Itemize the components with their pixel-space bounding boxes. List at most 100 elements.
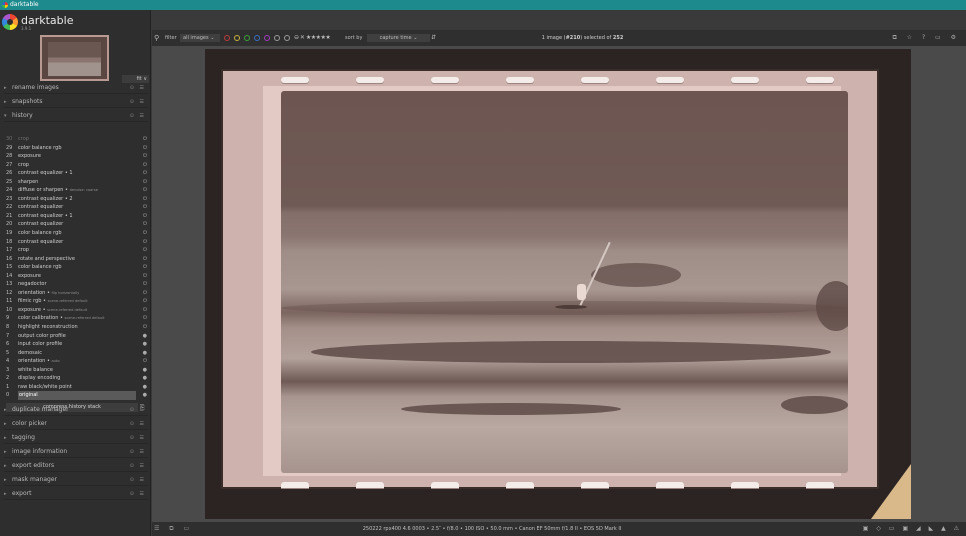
history-item[interactable]: 21 contrast equalizer • 1 ⏻ xyxy=(6,212,148,221)
section-preset-icons[interactable]: ⊙ ☰ xyxy=(130,446,146,458)
history-item-number: 29 xyxy=(6,144,13,151)
history-item[interactable]: 12 orientation • flip horizontally ⏻ xyxy=(6,289,148,298)
top-section-2[interactable]: ▾ history ⊙ ☰ xyxy=(4,110,148,122)
bottom-section-6[interactable]: ▸ export ⊙ ☰ xyxy=(4,488,148,500)
section-preset-icons[interactable]: ⊙ ☰ xyxy=(130,96,146,108)
filter-select[interactable]: all images ⌄ xyxy=(180,34,220,42)
module-state-icon: ⏻ xyxy=(143,272,147,279)
history-item-number: 28 xyxy=(6,153,13,160)
navigation-thumbnail[interactable] xyxy=(40,35,109,81)
color-label-filter-icon[interactable] xyxy=(254,35,260,41)
photo xyxy=(205,49,911,519)
module-state-icon: ⏻ xyxy=(143,324,147,331)
history-item[interactable]: 15 color balance rgb ⏻ xyxy=(6,263,148,272)
color-label-filter-icon[interactable] xyxy=(274,35,280,41)
history-item-label: contrast equalizer • 1 xyxy=(18,170,73,177)
section-preset-icons[interactable]: ⊙ ☰ xyxy=(130,460,146,472)
history-item[interactable]: 0 original ● xyxy=(6,391,148,400)
history-item-number: 25 xyxy=(6,178,13,185)
section-preset-icons[interactable]: ⊙ ☰ xyxy=(130,488,146,500)
expand-arrow-icon: ▾ xyxy=(4,113,7,119)
history-item-label: raw black/white point xyxy=(18,383,72,390)
module-state-icon: ⏻ xyxy=(143,358,147,365)
history-item-label: crop xyxy=(18,247,29,254)
history-item[interactable]: 11 filmic rgb • scene-referred default ⏻ xyxy=(6,297,148,306)
history-item[interactable]: 22 contrast equalizer ⏻ xyxy=(6,203,148,212)
film-sprocket-hole xyxy=(656,77,684,83)
history-item-label: highlight reconstruction xyxy=(18,324,78,331)
section-preset-icons[interactable]: ⊙ ☰ xyxy=(130,432,146,444)
history-item-number: 14 xyxy=(6,272,13,279)
bottom-section-0[interactable]: ▸ duplicate manager ⊙ ☰ xyxy=(4,404,148,416)
history-item[interactable]: 18 contrast equalizer ⏻ xyxy=(6,238,148,247)
history-item-label: sharpen xyxy=(18,178,39,185)
bottom-section-2[interactable]: ▸ tagging ⊙ ☰ xyxy=(4,432,148,444)
color-label-filter-icon[interactable] xyxy=(284,35,290,41)
history-item[interactable]: 16 rotate and perspective ⏻ xyxy=(6,255,148,264)
history-item[interactable]: 30 crop ⏻ xyxy=(6,135,148,144)
history-item[interactable]: 23 contrast equalizer • 2 ⏻ xyxy=(6,195,148,204)
module-state-icon: ● xyxy=(142,366,147,373)
section-preset-icons[interactable]: ⊙ ☰ xyxy=(130,82,146,94)
history-item[interactable]: 26 contrast equalizer • 1 ⏻ xyxy=(6,169,148,178)
bottom-section-3[interactable]: ▸ image information ⊙ ☰ xyxy=(4,446,148,458)
film-sprocket-hole xyxy=(581,482,609,488)
module-state-icon: ● xyxy=(142,383,147,390)
film-sprocket-hole xyxy=(656,482,684,488)
history-item[interactable]: 14 exposure ⏻ xyxy=(6,272,148,281)
history-item[interactable]: 20 contrast equalizer ⏻ xyxy=(6,220,148,229)
history-item-label: color calibration • scene-referred defau… xyxy=(18,315,105,322)
history-item[interactable]: 10 exposure • scene-referred default ⏻ xyxy=(6,306,148,315)
section-preset-icons[interactable]: ⊙ ☰ xyxy=(130,404,146,416)
history-item[interactable]: 27 crop ⏻ xyxy=(6,161,148,170)
history-item[interactable]: 7 output color profile ● xyxy=(6,332,148,341)
top-right-icons[interactable]: ⧉ ☆ ? ▭ ⚙ xyxy=(892,30,960,46)
window-titlebar: darktable xyxy=(0,0,966,10)
app-version: 3.9.1 xyxy=(21,26,32,31)
film-sprocket-hole xyxy=(731,482,759,488)
history-item[interactable]: 19 color balance rgb ⏻ xyxy=(6,229,148,238)
rating-filter[interactable]: ⊖ ✕ ★★★★★ xyxy=(294,30,331,46)
color-label-filter-icon[interactable] xyxy=(234,35,240,41)
history-item[interactable]: 6 input color profile ● xyxy=(6,340,148,349)
history-item[interactable]: 5 demosaic ● xyxy=(6,349,148,358)
history-item-number: 6 xyxy=(6,341,10,348)
history-list: 30 crop ⏻ 29 color balance rgb ⏻ 28 exposure ⏻ 27… xyxy=(6,135,148,400)
top-section-1[interactable]: ▸ snapshots ⊙ ☰ xyxy=(4,96,148,108)
history-item-number: 2 xyxy=(6,375,10,382)
color-label-filter-icon[interactable] xyxy=(224,35,230,41)
history-item[interactable]: 3 white balance ● xyxy=(6,366,148,375)
history-item[interactable]: 2 display encoding ● xyxy=(6,374,148,383)
history-item-label: color balance rgb xyxy=(18,264,62,271)
sort-direction-icon[interactable]: ⇵ xyxy=(431,30,436,46)
bottom-right-icons[interactable]: ▣ ◇ ▭ ▣ ◢ ◣ ▲ ⚠ xyxy=(863,522,962,536)
history-item[interactable]: 8 highlight reconstruction ⏻ xyxy=(6,323,148,332)
bottom-section-4[interactable]: ▸ export editors ⊙ ☰ xyxy=(4,460,148,472)
sort-select[interactable]: capture time ⌄ xyxy=(367,34,430,42)
section-preset-icons[interactable]: ⊙ ☰ xyxy=(130,474,146,486)
history-item[interactable]: 29 color balance rgb ⏻ xyxy=(6,144,148,153)
app-icon xyxy=(2,2,8,8)
film-sprocket-hole xyxy=(431,77,459,83)
section-preset-icons[interactable]: ⊙ ☰ xyxy=(130,418,146,430)
history-item[interactable]: 28 exposure ⏻ xyxy=(6,152,148,161)
history-item[interactable]: 9 color calibration • scene-referred defa… xyxy=(6,314,148,323)
history-item[interactable]: 1 raw black/white point ● xyxy=(6,383,148,392)
color-label-filter-icon[interactable] xyxy=(244,35,250,41)
section-preset-icons[interactable]: ⊙ ☰ xyxy=(130,110,146,122)
module-state-icon: ⏻ xyxy=(143,255,147,262)
color-label-filter-icon[interactable] xyxy=(264,35,270,41)
history-item-number: 3 xyxy=(6,366,10,373)
top-section-0[interactable]: ▸ rename images ⊙ ☰ xyxy=(4,82,148,94)
history-item[interactable]: 25 sharpen ⏻ xyxy=(6,178,148,187)
film-sprocket-hole xyxy=(806,77,834,83)
history-item-number: 17 xyxy=(6,247,13,254)
image-canvas[interactable] xyxy=(152,46,966,522)
history-item[interactable]: 17 crop ⏻ xyxy=(6,246,148,255)
history-item[interactable]: 4 orientation • auto ⏻ xyxy=(6,357,148,366)
history-item[interactable]: 24 diffuse or sharpen • denoise: coarse ⏻ xyxy=(6,186,148,195)
bottom-section-1[interactable]: ▸ color picker ⊙ ☰ xyxy=(4,418,148,430)
history-item[interactable]: 13 negadoctor ⏻ xyxy=(6,280,148,289)
sort-by-label: sort by xyxy=(345,35,363,41)
bottom-section-5[interactable]: ▸ mask manager ⊙ ☰ xyxy=(4,474,148,486)
